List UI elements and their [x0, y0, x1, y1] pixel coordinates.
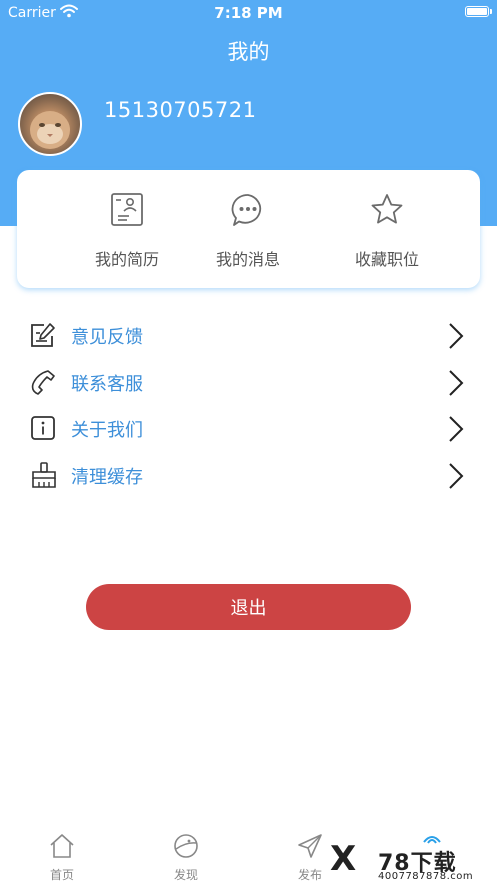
- message-icon: [178, 192, 318, 232]
- discover-icon: [172, 834, 200, 864]
- avatar[interactable]: [18, 92, 82, 156]
- watermark-signal-icon: [423, 836, 441, 844]
- logout-button[interactable]: 退出: [86, 584, 411, 630]
- menu-label-contact-service: 联系客服: [71, 373, 143, 395]
- tab-home[interactable]: 首页: [22, 832, 102, 883]
- tab-discover[interactable]: 发现: [146, 832, 226, 883]
- page-title: 我的: [227, 40, 270, 64]
- watermark-site: 4007787878.com: [378, 871, 474, 882]
- menu-item-clear-cache[interactable]: 清理缓存: [0, 452, 497, 499]
- phone-icon: [30, 369, 56, 399]
- watermark-x-icon: X: [330, 839, 357, 879]
- feedback-icon: [30, 322, 56, 352]
- chevron-right-icon: [447, 322, 465, 354]
- resume-icon: [57, 192, 197, 232]
- star-icon: [317, 192, 457, 232]
- menu-label-clear-cache: 清理缓存: [71, 466, 143, 488]
- my-messages-label: 我的消息: [215, 250, 280, 269]
- user-phone: 15130705721: [104, 98, 257, 122]
- send-icon: [296, 834, 324, 864]
- broom-icon: [30, 461, 58, 492]
- status-time: 7:18 PM: [214, 4, 283, 22]
- menu-item-feedback[interactable]: 意见反馈: [0, 312, 497, 359]
- tab-home-label: 首页: [49, 868, 74, 882]
- my-messages-button[interactable]: 我的消息: [178, 192, 318, 270]
- settings-menu: 意见反馈 联系客服 关于我们 清理缓存: [0, 312, 497, 498]
- my-resume-button[interactable]: 我的简历: [57, 192, 197, 270]
- menu-item-about-us[interactable]: 关于我们: [0, 405, 497, 452]
- my-resume-label: 我的简历: [94, 250, 159, 269]
- status-bar: Carrier 7:18 PM: [0, 0, 497, 26]
- saved-jobs-button[interactable]: 收藏职位: [317, 192, 457, 270]
- menu-label-feedback: 意见反馈: [71, 327, 143, 348]
- chevron-right-icon: [447, 462, 465, 494]
- home-icon: [48, 834, 76, 864]
- battery-icon: [465, 6, 489, 17]
- saved-jobs-label: 收藏职位: [354, 250, 419, 269]
- menu-item-contact-service[interactable]: 联系客服: [0, 359, 497, 406]
- battery-tip: [490, 9, 492, 14]
- watermark-logo: X 78下载 4007787878.com: [330, 835, 495, 883]
- info-icon: [30, 415, 56, 445]
- chevron-right-icon: [447, 415, 465, 447]
- menu-label-about-us: 关于我们: [71, 420, 143, 441]
- chevron-right-icon: [447, 369, 465, 401]
- tab-discover-label: 发现: [173, 868, 198, 882]
- quick-actions-card: 我的简历 我的消息 收藏职位: [17, 170, 480, 288]
